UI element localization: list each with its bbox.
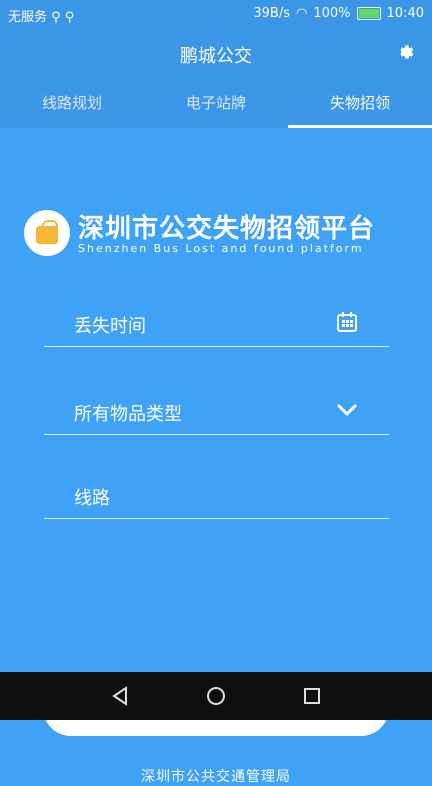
chevron-down-icon[interactable] [335,398,359,422]
battery-percent: 100% [313,6,351,21]
carrier-text: 无服务 [8,10,48,25]
lost-found-panel: 深圳市公交失物招领平台 Shenzhen Bus Lost and found … [0,128,432,785]
wifi-icon: ◠ [296,6,308,21]
lost-time-field[interactable]: 丢失时间 [44,300,389,347]
tab-bar: 线路规划 电子站牌 失物招领 [0,78,432,128]
tab-route-planning[interactable]: 线路规划 [0,78,144,128]
network-speed: 39B/s [253,6,291,21]
system-nav-bar [0,672,432,720]
back-icon[interactable] [108,684,132,708]
carrier-status: 无服务 ⚲ ⚲ [8,6,74,25]
status-right: 39B/s ◠ 100% 10:40 [253,6,424,21]
clock: 10:40 [386,6,424,21]
route-field[interactable]: 线路 [44,472,389,519]
lost-time-label: 丢失时间 [74,316,146,337]
home-icon[interactable] [204,684,228,708]
gear-icon[interactable] [394,42,414,62]
tab-electronic-stop[interactable]: 电子站牌 [144,78,288,128]
recent-apps-icon[interactable] [300,684,324,708]
item-type-label: 所有物品类型 [74,404,182,425]
lost-found-bag-icon [24,210,70,256]
battery-icon [356,7,381,20]
route-label: 线路 [74,488,110,509]
usb-icon: ⚲ ⚲ [51,10,75,25]
app-bar: 鹏城公交 [0,28,432,78]
tab-lost-and-found[interactable]: 失物招领 [288,78,432,128]
brand-title: 深圳市公交失物招领平台 [78,214,376,244]
page-title: 鹏城公交 [180,46,252,67]
footer-text: 深圳市公共交通管理局 [141,769,291,785]
item-type-select[interactable]: 所有物品类型 [44,388,389,435]
brand-subtitle: Shenzhen Bus Lost and found platform [78,242,364,255]
calendar-icon[interactable] [335,310,359,334]
status-bar: 无服务 ⚲ ⚲ 39B/s ◠ 100% 10:40 [0,0,432,28]
